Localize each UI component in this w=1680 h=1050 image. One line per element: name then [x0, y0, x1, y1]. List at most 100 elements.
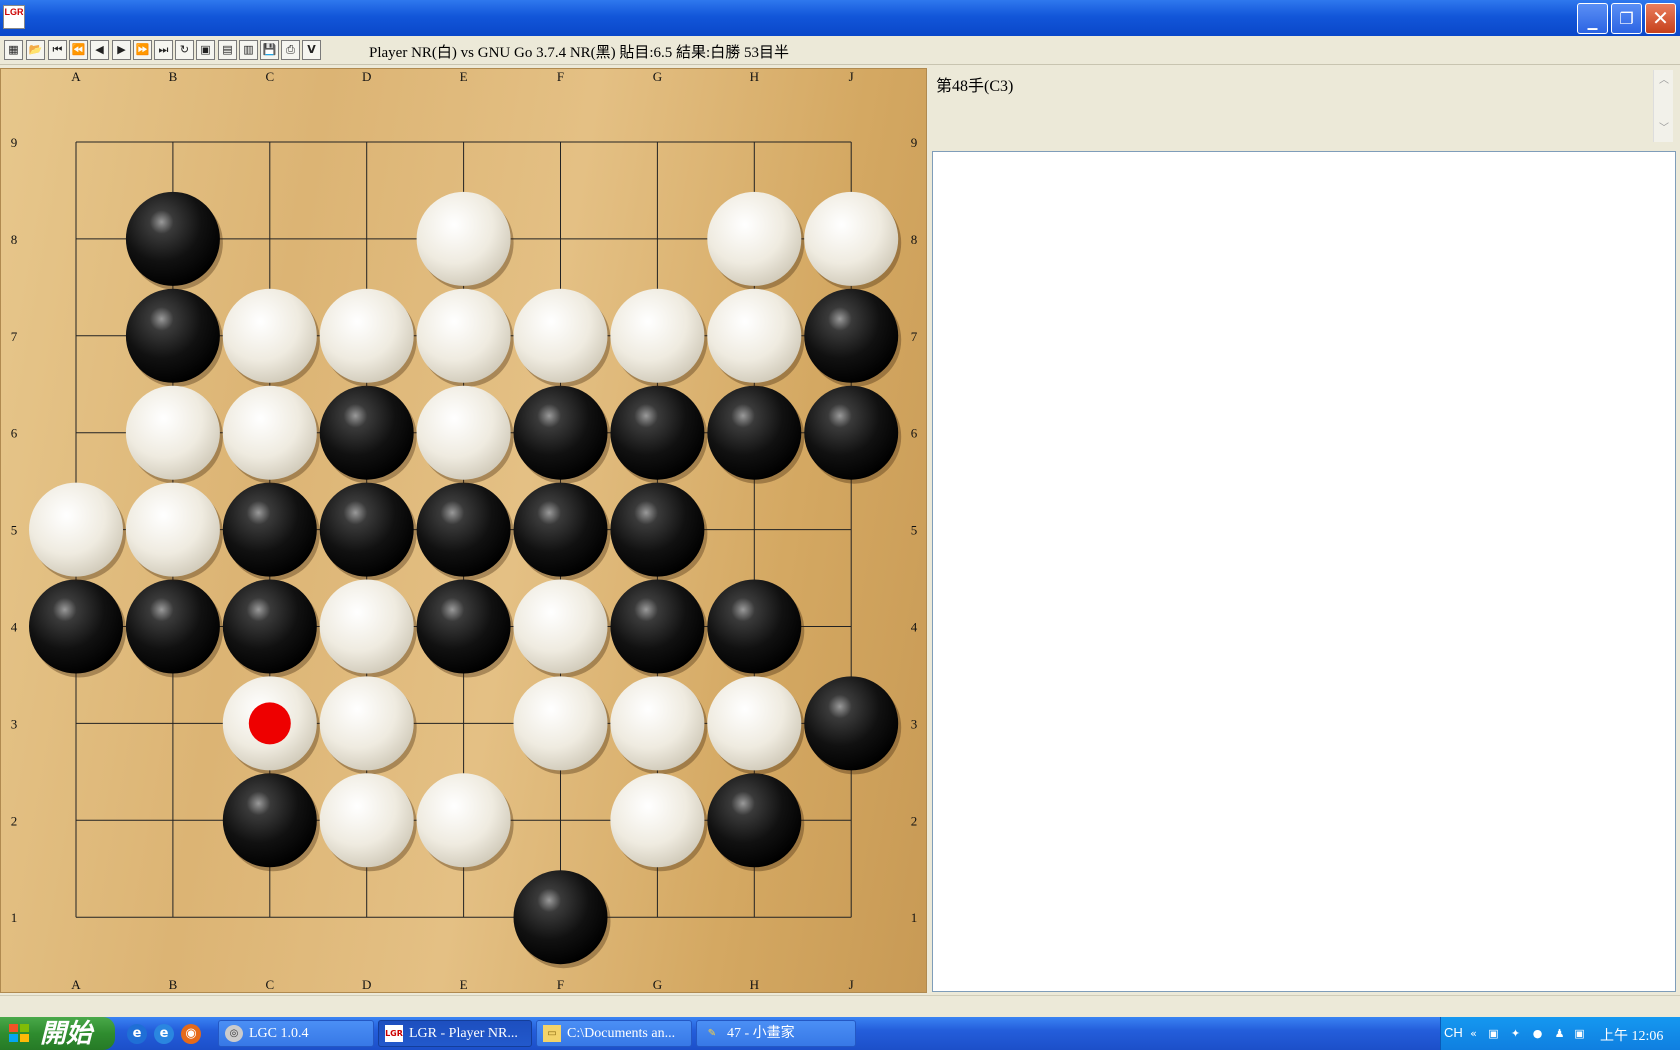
connection-icon[interactable]: ▣ — [1571, 1025, 1588, 1042]
black-stone[interactable] — [125, 579, 220, 674]
ie-icon[interactable]: e — [127, 1024, 147, 1044]
toolbar: ▦ 📂 ⏮ ⏪ ◀ ▶ ⏩ ⏭ ↻ ▣ ▤ ▥ 💾 ⎙ V Player NR(… — [0, 37, 1680, 65]
black-stone[interactable] — [610, 482, 705, 577]
white-stone[interactable] — [513, 676, 608, 771]
open-folder-icon[interactable]: 📂 — [26, 40, 45, 60]
scroll-down-icon[interactable]: ﹀ — [1655, 120, 1673, 138]
app-icon[interactable]: LGR — [3, 5, 25, 29]
white-stone[interactable] — [610, 773, 705, 868]
black-stone[interactable] — [222, 579, 317, 674]
white-stone[interactable] — [319, 579, 414, 674]
column-label-top: E — [460, 69, 468, 84]
white-stone[interactable] — [513, 579, 608, 674]
row-label-right: 7 — [911, 329, 918, 344]
title-bar[interactable]: LGR _ ❐ ✕ — [0, 0, 1680, 36]
black-stone[interactable] — [125, 191, 220, 286]
white-stone[interactable] — [222, 288, 317, 383]
last-move-icon[interactable]: ⏭ — [154, 40, 173, 60]
white-stone[interactable] — [707, 676, 802, 771]
white-stone[interactable] — [416, 288, 511, 383]
windows-logo-icon — [9, 1024, 29, 1042]
ime-indicator[interactable]: CH — [1444, 1025, 1463, 1040]
column-label-bottom: B — [169, 977, 178, 992]
white-stone[interactable] — [319, 676, 414, 771]
black-stone[interactable] — [319, 482, 414, 577]
black-stone[interactable] — [319, 385, 414, 480]
white-stone[interactable] — [804, 191, 899, 286]
close-button[interactable]: ✕ — [1645, 3, 1676, 34]
task-paint[interactable]: ✎ 47 - 小畫家 — [696, 1020, 856, 1047]
forward-10-icon[interactable]: ⏩ — [133, 40, 152, 60]
info-scrollbar[interactable]: ︿ ﹀ — [1653, 70, 1673, 142]
black-stone[interactable] — [804, 676, 899, 771]
row-label-left: 4 — [11, 620, 18, 635]
scroll-up-icon[interactable]: ︿ — [1655, 72, 1673, 90]
task-lgc[interactable]: ◎ LGC 1.0.4 — [218, 1020, 374, 1047]
edit-icon[interactable]: ▤ — [218, 40, 237, 60]
black-stone[interactable] — [125, 288, 220, 383]
row-label-left: 2 — [11, 813, 18, 828]
white-stone[interactable] — [319, 773, 414, 868]
white-stone[interactable] — [416, 385, 511, 480]
version-button[interactable]: V — [302, 40, 321, 60]
task-lgr[interactable]: LGR LGR - Player NR... — [378, 1020, 532, 1047]
back-1-icon[interactable]: ◀ — [90, 40, 109, 60]
back-10-icon[interactable]: ⏪ — [69, 40, 88, 60]
white-stone[interactable] — [222, 385, 317, 480]
white-stone[interactable] — [29, 482, 123, 577]
black-stone[interactable] — [513, 482, 608, 577]
black-stone[interactable] — [29, 579, 123, 674]
user-icon[interactable]: ♟ — [1551, 1025, 1568, 1042]
update-icon[interactable]: ● — [1529, 1025, 1546, 1042]
white-stone[interactable] — [610, 288, 705, 383]
white-stone[interactable] — [416, 773, 511, 868]
white-stone[interactable] — [125, 385, 220, 480]
task-explorer[interactable]: ▭ C:\Documents an... — [536, 1020, 692, 1047]
black-stone[interactable] — [707, 385, 802, 480]
black-stone[interactable] — [707, 773, 802, 868]
column-label-top: B — [169, 69, 178, 84]
column-label-bottom: E — [460, 977, 468, 992]
new-game-icon[interactable]: ▦ — [4, 40, 23, 60]
black-stone[interactable] — [222, 773, 317, 868]
security-icon[interactable]: ✦ — [1507, 1025, 1524, 1042]
black-stone[interactable] — [222, 482, 317, 577]
first-move-icon[interactable]: ⏮ — [48, 40, 67, 60]
white-stone[interactable] — [707, 288, 802, 383]
black-stone[interactable] — [804, 385, 899, 480]
expand-tray-icon[interactable]: « — [1465, 1025, 1482, 1042]
black-stone[interactable] — [610, 385, 705, 480]
row-label-right: 6 — [911, 426, 918, 441]
black-stone[interactable] — [804, 288, 899, 383]
notes-icon[interactable]: ▥ — [239, 40, 258, 60]
white-stone[interactable] — [125, 482, 220, 577]
print-icon[interactable]: ⎙ — [281, 40, 300, 60]
board-canvas[interactable]: A A B B C C D D E E F F G G H H J J 9 9 8 8 7 7 6 6 5 5 4 4 3 3 2 2 1 1 — [1, 69, 928, 994]
forward-1-icon[interactable]: ▶ — [112, 40, 131, 60]
black-stone[interactable] — [416, 482, 511, 577]
start-button[interactable]: 開始 — [0, 1017, 115, 1050]
restore-button[interactable]: ❐ — [1611, 3, 1642, 34]
column-label-bottom: D — [362, 977, 371, 992]
network-icon[interactable]: ▣ — [1485, 1025, 1502, 1042]
white-stone[interactable] — [416, 191, 511, 286]
white-stone[interactable] — [319, 288, 414, 383]
white-stone[interactable] — [610, 676, 705, 771]
go-board[interactable]: A A B B C C D D E E F F G G H H J J 9 9 8 8 7 7 6 6 5 5 4 4 3 3 2 2 1 1 — [0, 68, 927, 993]
black-stone[interactable] — [416, 579, 511, 674]
minimize-button[interactable]: _ — [1577, 3, 1608, 34]
undo-icon[interactable]: ↻ — [175, 40, 194, 60]
save-icon[interactable]: 💾 — [260, 40, 279, 60]
save-board-icon[interactable]: ▣ — [196, 40, 215, 60]
black-stone[interactable] — [610, 579, 705, 674]
black-stone[interactable] — [513, 385, 608, 480]
black-stone[interactable] — [707, 579, 802, 674]
comment-textarea[interactable] — [932, 151, 1676, 992]
white-stone[interactable] — [707, 191, 802, 286]
black-stone[interactable] — [513, 870, 608, 965]
column-label-top: A — [71, 69, 81, 84]
column-label-bottom: A — [71, 977, 81, 992]
white-stone[interactable] — [513, 288, 608, 383]
ie-alt-icon[interactable]: e — [154, 1024, 174, 1044]
firefox-icon[interactable]: ◉ — [181, 1024, 201, 1044]
